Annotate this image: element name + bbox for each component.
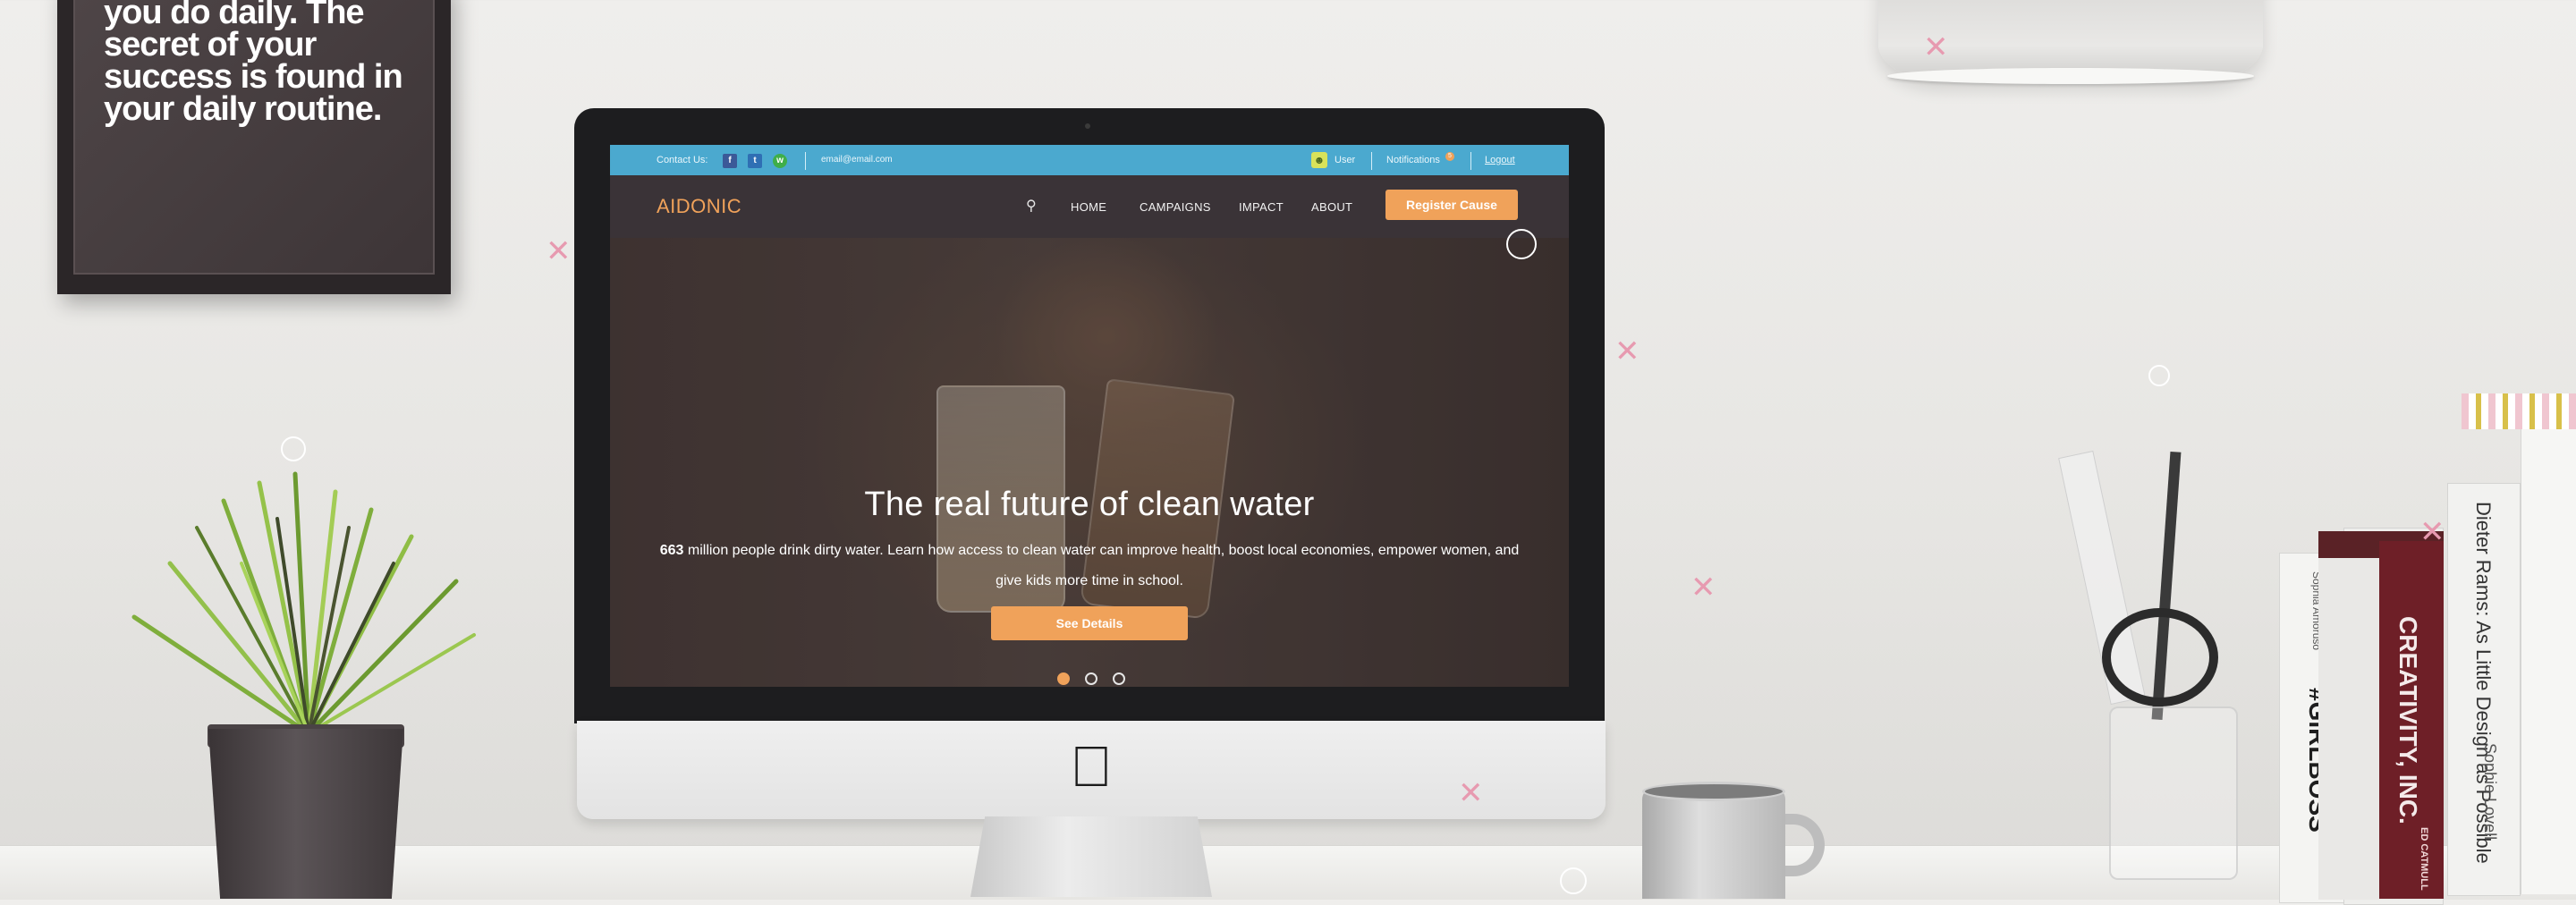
topbar-divider [1470,152,1471,170]
notifications-badge: 5 [1445,152,1454,161]
hero-description: 663 million people drink dirty water. Le… [651,536,1528,596]
pendant-lamp-rim [1887,68,2254,84]
plant-leaves [131,471,476,736]
topbar-divider [805,152,806,170]
decoration-x-mark: ✕ [2419,515,2445,549]
slider-dot-3[interactable] [1113,672,1125,685]
logout-link[interactable]: Logout [1485,155,1515,165]
nav-impact[interactable]: IMPACT [1239,200,1284,214]
site-navbar: AIDONIC ⚲ HOME CAMPAIGNS IMPACT ABOUT Re… [610,175,1569,238]
hero-title: The real future of clean water [864,486,1315,523]
book-dieter-rams: Dieter Rams: As Little Design as Possibl… [2447,483,2521,896]
book-colorful-top [2462,393,2576,429]
whatsapp-icon[interactable]: w [773,154,787,168]
decoration-ring [1506,229,1537,259]
nav-home[interactable]: HOME [1071,200,1106,214]
hero-slider: The real future of clean water 663 milli… [610,238,1569,687]
coffee-mug-top [1642,782,1785,801]
notifications-link[interactable]: Notifications [1386,155,1440,165]
hero-description-text: million people drink dirty water. Learn … [683,543,1520,588]
slider-dot-2[interactable] [1085,672,1097,685]
see-details-button[interactable]: See Details [991,606,1188,640]
wall-quote-line-4: your daily routine. [104,90,382,128]
imac-screen: Contact Us: f t w email@email.com ☻ User… [610,145,1569,687]
decoration-ring [1560,867,1587,894]
search-icon[interactable]: ⚲ [1026,197,1037,215]
decoration-ring [2148,365,2170,386]
plant-pot [208,729,403,899]
book-creativity-inc: CREATIVITY, INC. ED CATMULL [2379,541,2444,899]
imac-stand [970,816,1212,897]
contact-label: Contact Us: [657,155,708,165]
imac-camera [1085,123,1090,129]
scissors [2102,608,2218,706]
book-edge [2521,429,2576,894]
decoration-x-mark: ✕ [546,234,572,268]
decoration-x-mark: ✕ [1614,334,1640,368]
wall-quote-line-2: secret of your [104,26,317,63]
user-link[interactable]: User [1335,155,1355,165]
decoration-x-mark: ✕ [1458,776,1484,810]
decoration-ring [281,436,306,461]
hero-description-number: 663 [659,543,684,558]
user-icon[interactable]: ☻ [1311,152,1327,168]
book-author: Sophie Lovell [2481,743,2499,841]
twitter-icon[interactable]: t [748,154,762,168]
topbar-divider [1371,152,1372,170]
pen-jar [2109,706,2238,880]
register-cause-button[interactable]: Register Cause [1385,190,1518,220]
site-logo[interactable]: AIDONIC [657,195,741,218]
nav-campaigns[interactable]: CAMPAIGNS [1140,200,1211,214]
site-topbar: Contact Us: f t w email@email.com ☻ User… [610,145,1569,175]
decoration-x-mark: ✕ [1690,571,1716,605]
contact-email[interactable]: email@email.com [821,155,893,165]
book-author: ED CATMULL [2419,827,2429,891]
facebook-icon[interactable]: f [723,154,737,168]
wall-quote-line-3: success is found in [104,58,403,96]
book-title: CREATIVITY, INC. [2394,616,2422,825]
slider-dot-1[interactable] [1057,672,1070,685]
decoration-x-mark: ✕ [1923,30,1949,64]
apple-logo-icon:  [1064,735,1118,798]
nav-about[interactable]: ABOUT [1311,200,1352,214]
coffee-mug [1642,787,1785,899]
